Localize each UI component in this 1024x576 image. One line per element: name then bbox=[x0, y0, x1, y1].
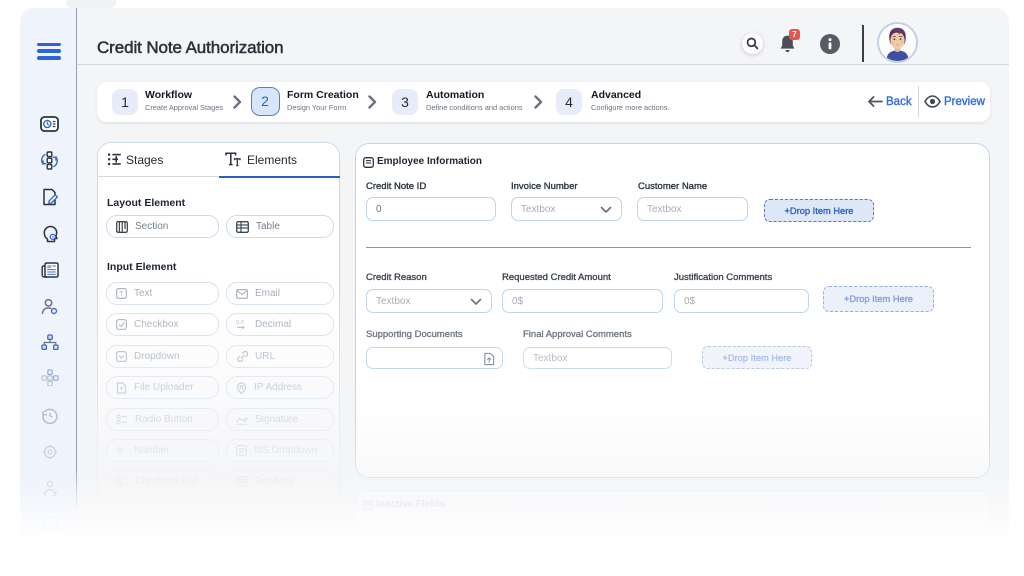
svg-text:T: T bbox=[119, 291, 124, 298]
svg-text:0.0: 0.0 bbox=[236, 320, 244, 326]
svg-text:#: # bbox=[117, 446, 123, 456]
